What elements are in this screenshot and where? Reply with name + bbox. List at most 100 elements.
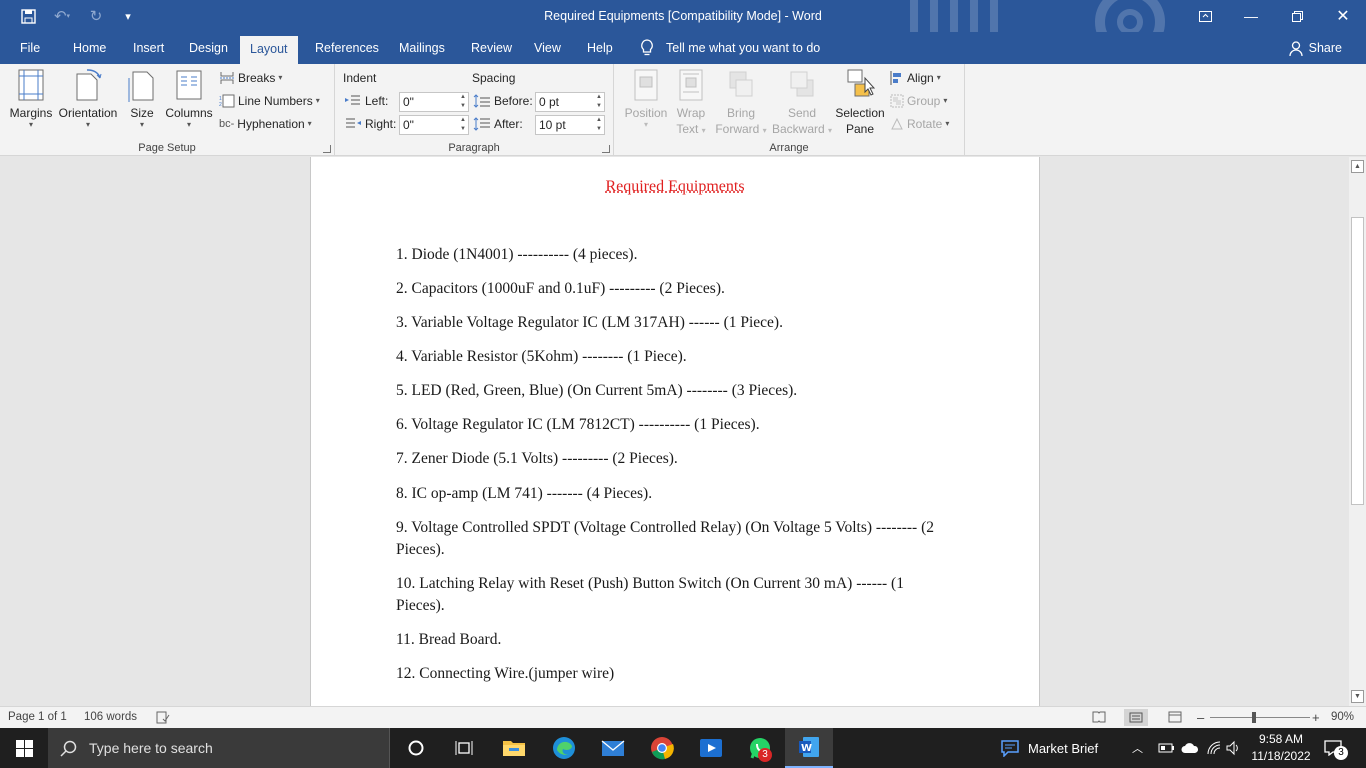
list-item[interactable]: 4. Variable Resistor (5Kohm) -------- (1… bbox=[396, 346, 956, 368]
zoom-slider[interactable] bbox=[1210, 717, 1310, 718]
file-explorer-button[interactable] bbox=[490, 728, 538, 768]
page-setup-launcher-icon[interactable] bbox=[323, 145, 331, 153]
paragraph-launcher-icon[interactable] bbox=[602, 145, 610, 153]
document-page[interactable]: Required Equipments 1. Diode (1N4001) --… bbox=[310, 157, 1040, 706]
task-view-button[interactable] bbox=[440, 728, 488, 768]
hyphenation-button[interactable]: bc- Hyphenation ▾ bbox=[219, 114, 312, 134]
whatsapp-button[interactable]: 3 bbox=[736, 728, 784, 768]
show-hidden-icons-icon[interactable]: ︿ bbox=[1132, 728, 1143, 768]
bring-forward-button[interactable]: Bring Forward ▾ bbox=[712, 68, 770, 137]
read-mode-icon[interactable] bbox=[1092, 711, 1106, 723]
list-item[interactable]: 5. LED (Red, Green, Blue) (On Current 5m… bbox=[396, 380, 956, 402]
size-icon bbox=[128, 71, 154, 102]
save-icon[interactable] bbox=[12, 0, 44, 32]
tab-layout[interactable]: Layout bbox=[240, 36, 298, 64]
undo-icon[interactable]: ↶ ▾ bbox=[44, 0, 80, 32]
wifi-icon[interactable] bbox=[1206, 740, 1222, 756]
volume-icon[interactable] bbox=[1226, 740, 1242, 756]
margins-button[interactable]: Margins ▾ bbox=[8, 68, 54, 129]
chrome-button[interactable] bbox=[638, 728, 686, 768]
tab-home[interactable]: Home bbox=[63, 32, 116, 64]
spacing-after-input[interactable]: 10 pt ▲ ▼ bbox=[535, 115, 605, 135]
position-icon bbox=[634, 69, 658, 101]
start-button[interactable] bbox=[0, 728, 48, 768]
onedrive-icon[interactable] bbox=[1181, 741, 1199, 755]
tab-help[interactable]: Help bbox=[577, 32, 623, 64]
list-item[interactable]: 7. Zener Diode (5.1 Volts) --------- (2 … bbox=[396, 448, 956, 470]
wrap-text-button[interactable]: Wrap Text ▾ bbox=[672, 68, 710, 137]
proofing-icon[interactable] bbox=[156, 711, 170, 724]
list-item[interactable]: 3. Variable Voltage Regulator IC (LM 317… bbox=[396, 312, 956, 334]
zoom-out-icon[interactable]: – bbox=[1197, 707, 1204, 728]
search-placeholder: Type here to search bbox=[89, 740, 213, 756]
zoom-slider-thumb[interactable] bbox=[1252, 712, 1256, 723]
list-item[interactable]: 11. Bread Board. bbox=[396, 629, 956, 651]
list-item[interactable]: 10. Latching Relay with Reset (Push) But… bbox=[396, 573, 956, 617]
columns-button[interactable]: Columns ▾ bbox=[163, 68, 215, 129]
zoom-level[interactable]: 90% bbox=[1331, 707, 1354, 728]
tab-file[interactable]: File bbox=[10, 32, 50, 64]
breaks-button[interactable]: Breaks ▾ bbox=[219, 68, 282, 88]
ribbon-display-options-icon[interactable] bbox=[1182, 0, 1228, 32]
scrollbar-thumb[interactable] bbox=[1351, 217, 1364, 505]
customize-qat-icon[interactable]: ▾ bbox=[112, 0, 144, 32]
tab-mailings[interactable]: Mailings bbox=[389, 32, 455, 64]
close-icon[interactable]: ✕ bbox=[1320, 0, 1366, 32]
restore-icon[interactable] bbox=[1274, 0, 1320, 32]
word-count[interactable]: 106 words bbox=[84, 707, 137, 728]
spinner-arrows-icon[interactable]: ▲ ▼ bbox=[596, 93, 602, 111]
mail-button[interactable] bbox=[589, 728, 637, 768]
edge-button[interactable] bbox=[540, 728, 588, 768]
share-button[interactable]: Share bbox=[1288, 32, 1342, 64]
spinner-arrows-icon[interactable]: ▲ ▼ bbox=[460, 93, 466, 111]
cortana-button[interactable] bbox=[392, 728, 440, 768]
page-count[interactable]: Page 1 of 1 bbox=[8, 707, 67, 728]
document-area[interactable]: Required Equipments 1. Diode (1N4001) --… bbox=[0, 157, 1349, 706]
tab-view[interactable]: View bbox=[524, 32, 571, 64]
tell-me-box[interactable]: Tell me what you want to do bbox=[640, 32, 820, 64]
minimize-icon[interactable]: — bbox=[1228, 0, 1274, 32]
tab-design[interactable]: Design bbox=[179, 32, 238, 64]
list-item[interactable]: 1. Diode (1N4001) ---------- (4 pieces). bbox=[396, 244, 956, 266]
tab-review[interactable]: Review bbox=[461, 32, 522, 64]
word-button[interactable]: W bbox=[785, 728, 833, 768]
page-setup-label: Page Setup bbox=[138, 142, 196, 154]
list-item[interactable]: 2. Capacitors (1000uF and 0.1uF) -------… bbox=[396, 278, 956, 300]
indent-left-input[interactable]: 0" ▲ ▼ bbox=[399, 92, 469, 112]
clock[interactable]: 9:58 AM 11/18/2022 bbox=[1242, 731, 1320, 765]
print-layout-view[interactable] bbox=[1124, 709, 1148, 726]
size-button[interactable]: Size ▾ bbox=[124, 68, 160, 129]
media-player-button[interactable] bbox=[687, 728, 735, 768]
redo-icon[interactable]: ↻ bbox=[80, 0, 112, 32]
rotate-button[interactable]: Rotate ▾ bbox=[890, 114, 949, 134]
tab-insert[interactable]: Insert bbox=[123, 32, 174, 64]
list-item[interactable]: 12. Connecting Wire.(jumper wire) bbox=[396, 663, 956, 685]
spinner-arrows-icon[interactable]: ▲ ▼ bbox=[460, 116, 466, 134]
position-button[interactable]: Position ▾ bbox=[620, 68, 672, 129]
web-layout-icon[interactable] bbox=[1168, 711, 1182, 723]
group-button[interactable]: Group ▾ bbox=[890, 91, 947, 111]
person-icon bbox=[1288, 40, 1303, 56]
battery-icon[interactable] bbox=[1157, 741, 1175, 755]
scroll-up-icon[interactable]: ▲ bbox=[1351, 160, 1364, 173]
vertical-scrollbar[interactable]: ▲ ▼ bbox=[1349, 157, 1366, 706]
tab-references[interactable]: References bbox=[305, 32, 389, 64]
scroll-down-icon[interactable]: ▼ bbox=[1351, 690, 1364, 703]
indent-right-input[interactable]: 0" ▲ ▼ bbox=[399, 115, 469, 135]
orientation-button[interactable]: Orientation ▾ bbox=[57, 68, 119, 129]
line-numbers-button[interactable]: 12 Line Numbers ▾ bbox=[219, 91, 320, 111]
list-item[interactable]: 8. IC op-amp (LM 741) ------- (4 Pieces)… bbox=[396, 483, 956, 505]
list-item[interactable]: 9. Voltage Controlled SPDT (Voltage Cont… bbox=[396, 517, 956, 561]
zoom-in-icon[interactable]: + bbox=[1312, 707, 1320, 728]
spacing-after-label: After: bbox=[494, 117, 523, 131]
market-brief-widget[interactable]: Market Brief bbox=[1000, 728, 1098, 768]
spinner-arrows-icon[interactable]: ▲ ▼ bbox=[596, 116, 602, 134]
share-label: Share bbox=[1308, 41, 1342, 55]
align-button[interactable]: Align ▾ bbox=[890, 68, 941, 88]
list-item[interactable]: 6. Voltage Regulator IC (LM 7812CT) ----… bbox=[396, 414, 956, 436]
send-backward-button[interactable]: Send Backward ▾ bbox=[770, 68, 834, 137]
taskbar-search-box[interactable]: Type here to search bbox=[48, 728, 390, 768]
selection-pane-button[interactable]: Selection Pane bbox=[834, 68, 886, 137]
spacing-before-input[interactable]: 0 pt ▲ ▼ bbox=[535, 92, 605, 112]
action-center-button[interactable]: 3 bbox=[1324, 728, 1348, 768]
